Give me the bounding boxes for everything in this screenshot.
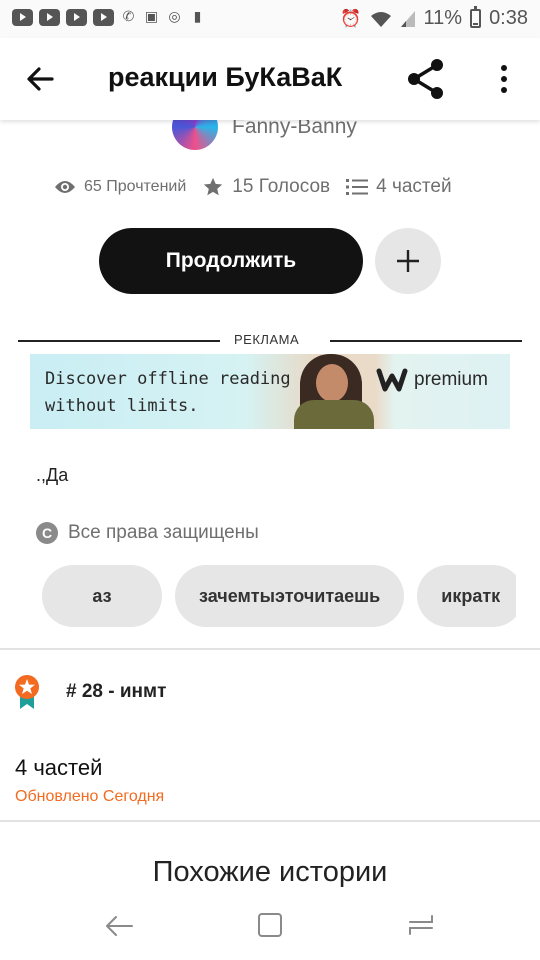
copyright-text: Все права защищены (68, 522, 259, 543)
battery-percent: 11% (423, 7, 463, 29)
add-to-library-button[interactable] (375, 228, 441, 294)
gallery-icon: ▣ (144, 9, 159, 25)
status-bar: ✆ ▣ ◎ ▮ ⏰ 11% 0:38 (0, 0, 540, 38)
ad-divider: РЕКЛАМА (18, 331, 522, 349)
tag-chip[interactable]: аз (42, 565, 162, 627)
clock: 0:38 (489, 7, 528, 29)
ad-photo (288, 354, 378, 429)
app-bar: реакции БуКаВаК (0, 38, 540, 120)
updated-label: Обновлено Сегодня (15, 788, 165, 805)
alarm-icon: ⏰ (340, 8, 362, 29)
ranking-row[interactable]: # 28 - инмт (14, 674, 166, 710)
divider-line (330, 340, 522, 342)
battery-icon (470, 6, 482, 28)
system-navigation-bar (0, 890, 540, 960)
notification-icons: ✆ ▣ ◎ ▮ (12, 9, 206, 26)
list-icon (346, 179, 369, 195)
parts-stat: 4 частей (346, 176, 452, 198)
more-options-icon[interactable] (492, 64, 516, 94)
wattpad-logo-icon (376, 368, 408, 392)
ad-line-2: without limits. (45, 396, 199, 416)
youtube-icon (93, 9, 114, 26)
continue-reading-button[interactable]: Продолжить (99, 228, 363, 294)
ad-line-1: Discover offline reading (45, 369, 291, 389)
call-icon: ✆ (122, 9, 135, 25)
sync-icon: ◎ (168, 9, 181, 25)
eye-icon (55, 181, 75, 193)
parts-heading[interactable]: 4 частей (15, 755, 102, 781)
ad-brand: premium (414, 369, 488, 390)
ad-label: РЕКЛАМА (234, 332, 300, 347)
reads-stat: 65 Прочтений (54, 178, 186, 196)
plus-icon (397, 250, 419, 272)
copyright-row: C Все права защищены (36, 522, 259, 544)
nav-back-icon[interactable] (104, 912, 134, 940)
star-icon (204, 177, 223, 196)
tag-chip[interactable]: икратк (417, 565, 516, 627)
story-stats: 65 Прочтений 15 Голосов 4 частей (54, 176, 452, 198)
youtube-icon (39, 9, 60, 26)
nav-recents-icon[interactable] (406, 910, 436, 940)
youtube-icon (12, 9, 33, 26)
ad-text: Discover offline reading without limits. (45, 366, 291, 420)
system-icons: ⏰ 11% 0:38 (340, 6, 528, 30)
sd-card-icon: ▮ (193, 9, 202, 25)
divider-line (18, 340, 220, 342)
story-title: реакции БуКаВаК (108, 62, 343, 92)
photo-shirt (294, 400, 374, 429)
wifi-icon (370, 11, 391, 27)
share-icon[interactable] (404, 57, 448, 101)
parts-count: 4 частей (376, 176, 452, 197)
photo-face (316, 364, 348, 402)
ad-logo: premium (376, 368, 488, 392)
section-divider (0, 648, 540, 650)
votes-count: 15 Голосов (232, 176, 331, 197)
story-description: .,Да (36, 465, 69, 485)
reads-count: 65 Прочтений (84, 178, 187, 195)
section-divider (0, 820, 540, 822)
ranking-text: # 28 - инмт (66, 681, 167, 702)
ranking-badge-icon (15, 675, 39, 709)
signal-icon (400, 10, 415, 27)
votes-stat: 15 Голосов (202, 176, 330, 198)
similar-stories-heading: Похожие истории (152, 856, 388, 888)
tag-chip[interactable]: зачемтыэточитаешь (175, 565, 405, 627)
tag-list: аз зачемтыэточитаешь икратк (42, 565, 516, 627)
copyright-icon: C (36, 522, 58, 544)
back-arrow-icon[interactable] (22, 60, 60, 98)
ad-banner[interactable]: Discover offline reading without limits.… (30, 354, 510, 429)
youtube-icon (66, 9, 87, 26)
nav-home-icon[interactable] (257, 912, 283, 938)
